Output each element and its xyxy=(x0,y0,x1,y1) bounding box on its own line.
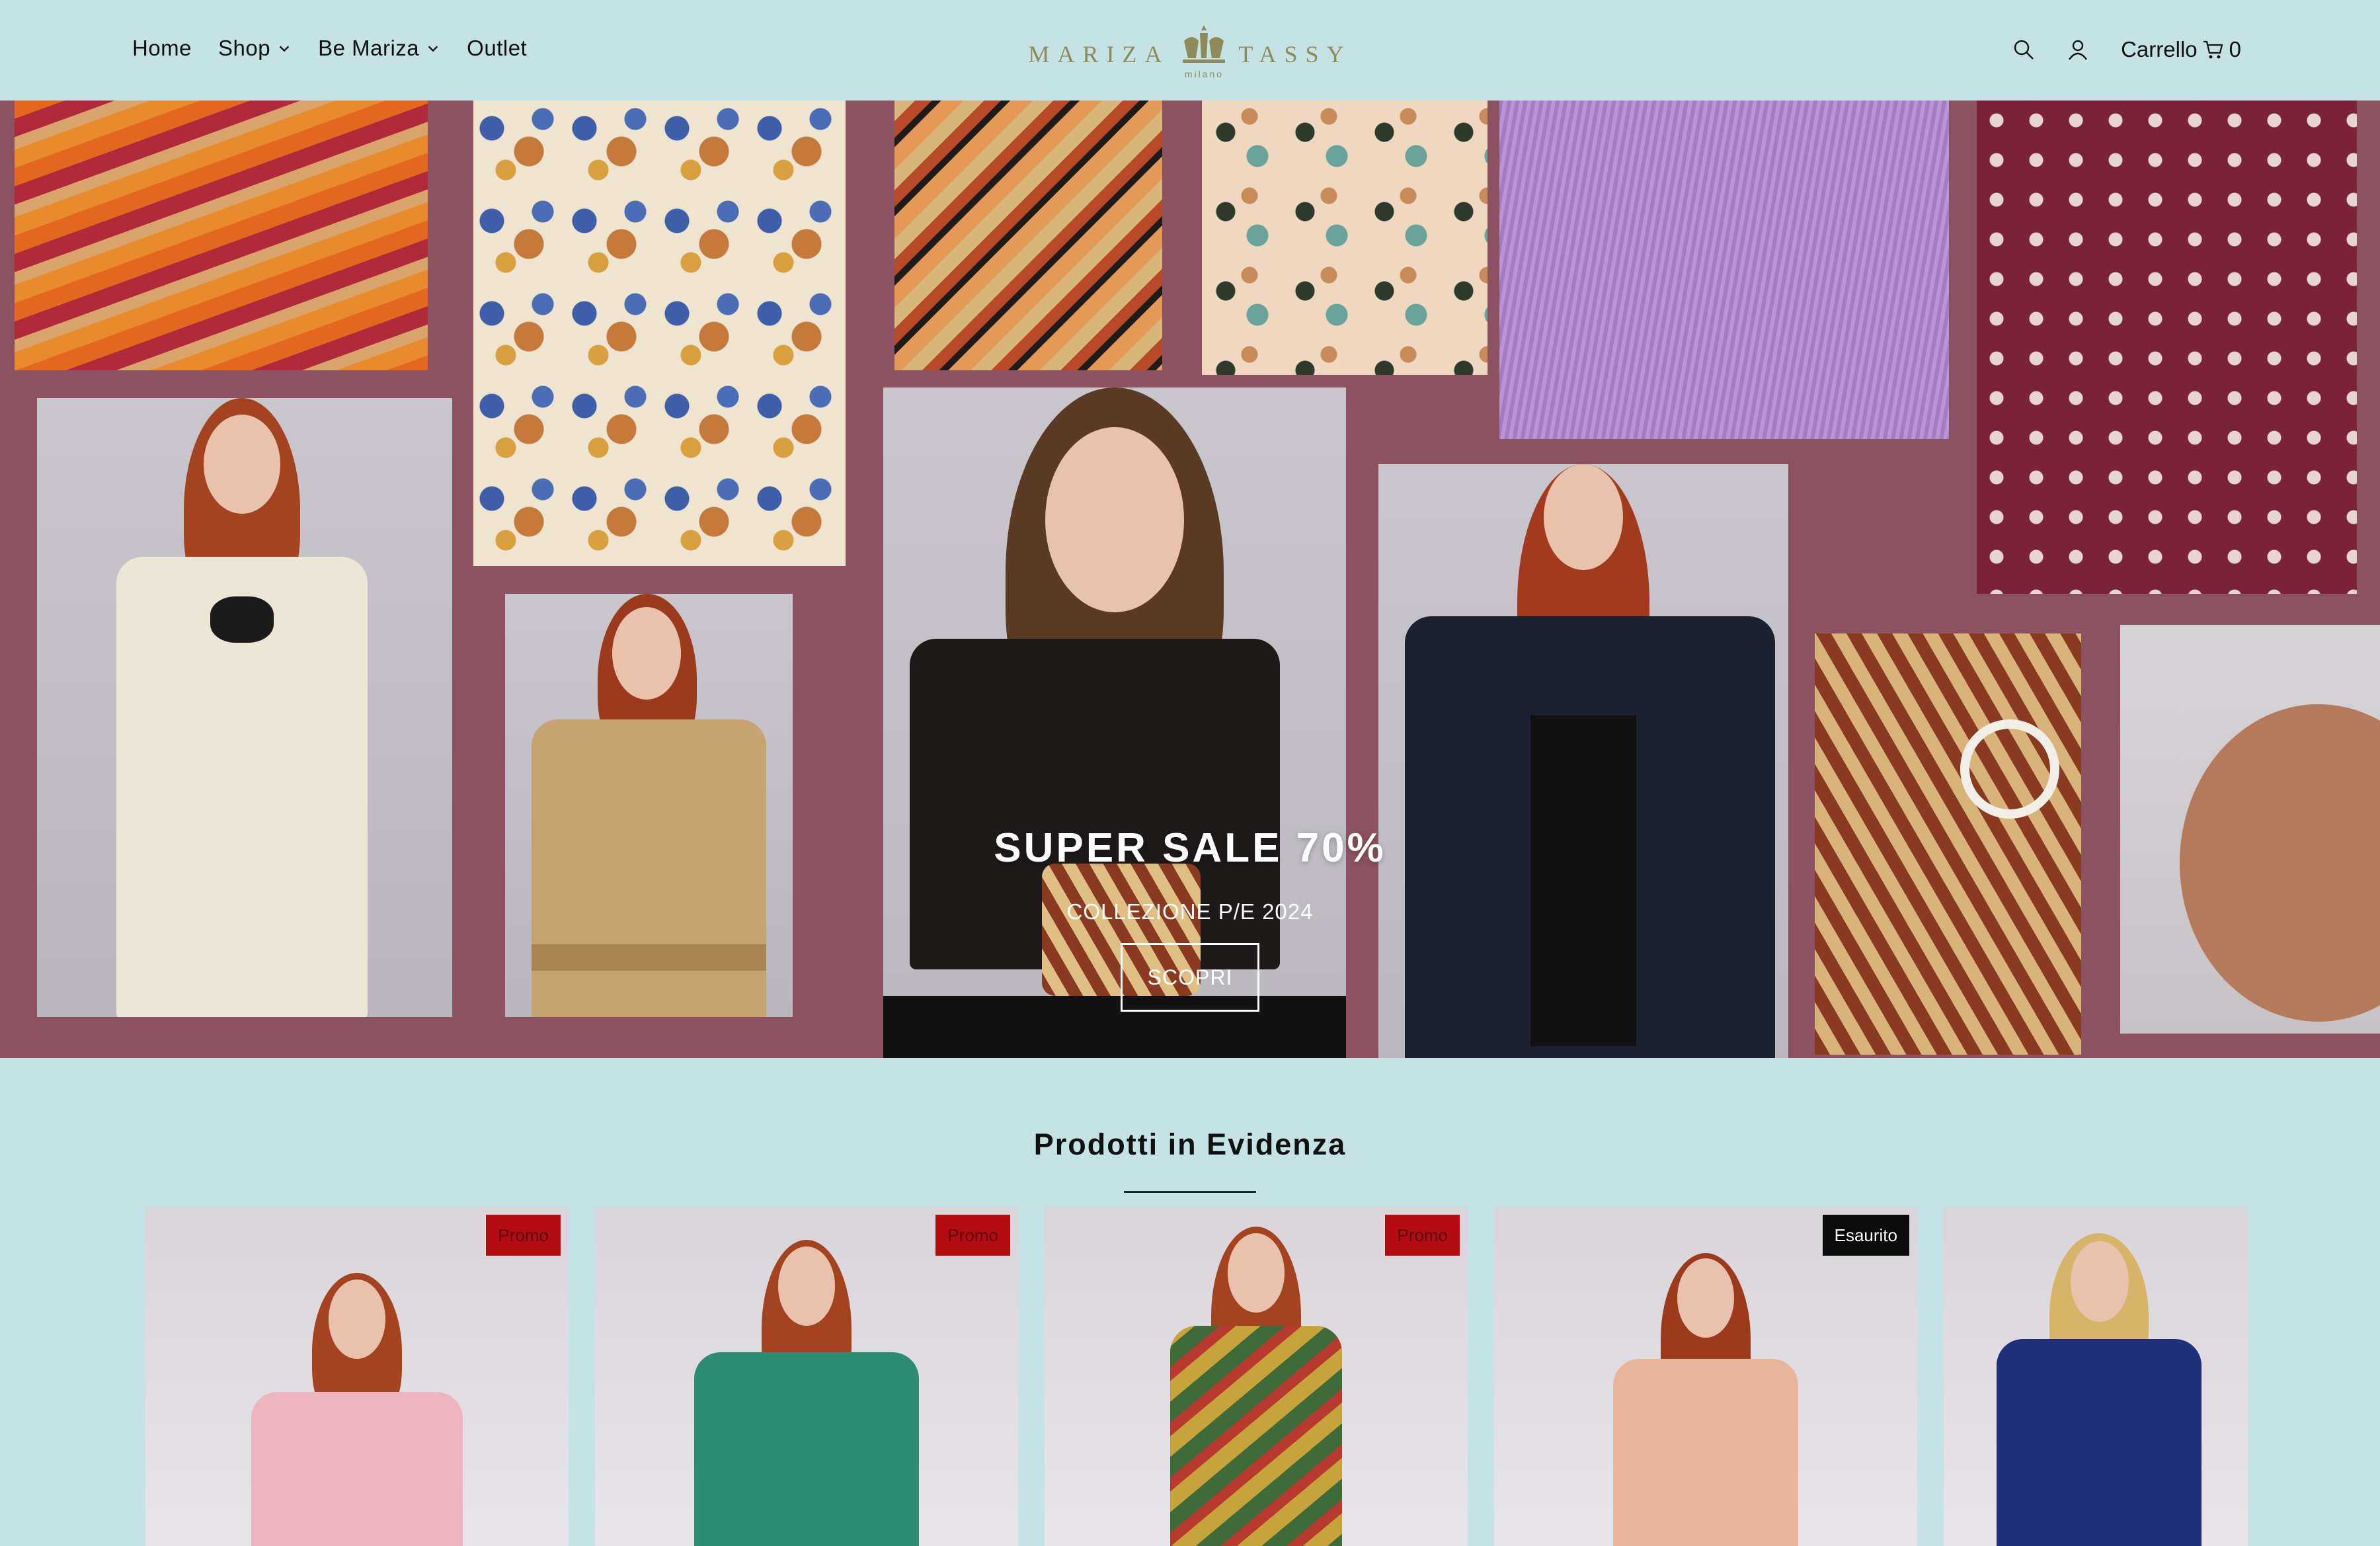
hero-title: SUPER SALE 70% xyxy=(994,825,1386,871)
hero-image-trench xyxy=(505,594,793,1017)
search-button[interactable] xyxy=(2012,38,2035,61)
logo-emblem: milano xyxy=(1179,24,1229,79)
header-tools: Carrello 0 xyxy=(2012,37,2241,62)
nav-item-be-mariza[interactable]: Be Mariza xyxy=(318,36,440,61)
nav-label: Home xyxy=(132,36,192,60)
promo-badge: Promo xyxy=(1385,1215,1460,1256)
hero-cta-button[interactable]: SCOPRI xyxy=(1121,943,1259,1012)
promo-badge: Promo xyxy=(486,1215,561,1256)
nav-label: Outlet xyxy=(467,36,528,60)
hero-image-straw-bag xyxy=(1815,633,2081,1055)
cart-count: 0 xyxy=(2229,37,2241,61)
crown-icon xyxy=(1183,25,1226,63)
cart-label: Carrello xyxy=(2121,37,2198,61)
brand-logo[interactable]: MARIZA milano TASSY xyxy=(1021,24,1359,79)
hero-image-floral-dress xyxy=(473,101,846,566)
product-card[interactable]: Promo xyxy=(145,1207,569,1546)
logo-text-right: TASSY xyxy=(1238,41,1352,67)
search-icon xyxy=(2014,40,2034,60)
chevron-down-icon xyxy=(279,46,290,52)
main-nav: Home Shop Be Mariza Outlet xyxy=(132,36,527,61)
site-header: Home Shop Be Mariza Outlet MARIZA milano… xyxy=(0,0,2380,101)
product-grid: Promo Promo Promo Esaurito xyxy=(145,1207,2248,1546)
nav-item-outlet[interactable]: Outlet xyxy=(467,36,527,61)
nav-label: Be Mariza xyxy=(318,36,420,60)
hero-image-floral-shirt xyxy=(1202,101,1488,375)
cart-link[interactable]: Carrello 0 xyxy=(2121,37,2241,62)
hero-caption: SUPER SALE 70% COLLEZIONE P/E 2024 SCOPR… xyxy=(926,825,1454,1012)
featured-section-title: Prodotti in Evidenza xyxy=(1033,1127,1347,1161)
hero-image-leather-bag xyxy=(2120,625,2380,1034)
account-icon xyxy=(2069,40,2088,60)
logo-subtitle: milano xyxy=(1184,69,1224,79)
product-card[interactable]: Promo xyxy=(1045,1207,1468,1546)
soldout-badge: Esaurito xyxy=(1822,1215,1909,1256)
hero-image-white-suit xyxy=(37,398,452,1017)
hero-image-knit-bag xyxy=(15,101,428,370)
nav-item-home[interactable]: Home xyxy=(132,36,192,61)
product-card[interactable]: Promo xyxy=(595,1207,1018,1546)
product-card[interactable] xyxy=(1944,1207,2248,1546)
hero-banner[interactable]: SUPER SALE 70% COLLEZIONE P/E 2024 SCOPR… xyxy=(0,101,2380,1058)
product-card[interactable]: Esaurito xyxy=(1494,1207,1917,1546)
chevron-down-icon xyxy=(428,46,438,52)
hero-image-chevron-bag xyxy=(894,101,1162,370)
section-divider xyxy=(1124,1191,1256,1193)
hero-image-purple-shirt xyxy=(1499,101,1949,439)
nav-label: Shop xyxy=(218,36,271,60)
hero-image-halter-dress xyxy=(1977,101,2357,594)
cart-icon xyxy=(2203,40,2223,59)
promo-badge: Promo xyxy=(935,1215,1010,1256)
hero-subtitle: COLLEZIONE P/E 2024 xyxy=(1066,899,1314,924)
nav-item-shop[interactable]: Shop xyxy=(218,36,292,61)
logo-text-left: MARIZA xyxy=(1028,41,1170,67)
account-button[interactable] xyxy=(2067,38,2089,61)
